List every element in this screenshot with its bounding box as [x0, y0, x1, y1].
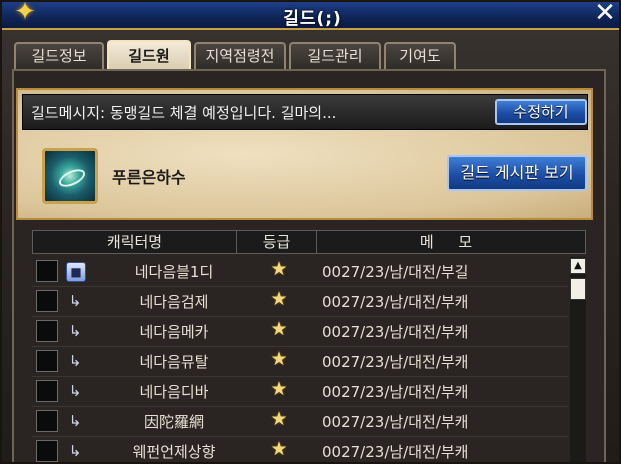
- column-header-memo[interactable]: 메 모: [317, 231, 585, 253]
- row-checkbox[interactable]: [36, 290, 58, 312]
- guild-window: ✦ 길드(;) ✕ 길드정보 길드원 지역점령전 길드관리 기여도 길드메시지:…: [0, 0, 621, 464]
- tab-contribution[interactable]: 기여도: [384, 42, 456, 69]
- tab-guild-members[interactable]: 길드원: [107, 40, 191, 70]
- row-checkbox[interactable]: [36, 410, 58, 432]
- grade-star-icon: ★: [270, 288, 288, 310]
- title-bar[interactable]: ✦ 길드(;) ✕: [2, 2, 619, 30]
- member-memo: 0027/23/남/대전/부캐: [322, 323, 469, 341]
- member-arrow-icon: ↳: [68, 442, 82, 460]
- table-row[interactable]: ↳ 네다음검제 ★ 0027/23/남/대전/부캐: [32, 287, 568, 317]
- tab-strip: 길드정보 길드원 지역점령전 길드관리 기여도: [14, 40, 456, 70]
- table-row[interactable]: ↳ 네다음디바 ★ 0027/23/남/대전/부캐: [32, 377, 568, 407]
- member-table-header: 캐릭터명 등급 메 모: [32, 230, 586, 254]
- grade-star-icon: ★: [270, 378, 288, 400]
- guild-emblem-icon: [42, 148, 98, 204]
- column-header-grade[interactable]: 등급: [237, 231, 317, 253]
- guild-board-button[interactable]: 길드 게시판 보기: [447, 155, 587, 191]
- member-name: 네다음블1디: [134, 263, 214, 281]
- table-row[interactable]: ↳ 웨펀언제상향 ★ 0027/23/남/대전/부캐: [32, 437, 568, 462]
- scroll-up-arrow-icon[interactable]: ▲: [570, 258, 586, 274]
- row-checkbox[interactable]: [36, 260, 58, 282]
- member-name: 네다음디바: [139, 383, 209, 401]
- member-arrow-icon: ↳: [68, 352, 82, 370]
- member-name: 네다음뮤탈: [139, 353, 209, 371]
- member-arrow-icon: ↳: [68, 412, 82, 430]
- close-icon[interactable]: ✕: [593, 2, 617, 26]
- member-list-scrollbar[interactable]: ▲: [570, 257, 586, 462]
- member-arrow-icon: ↳: [68, 322, 82, 340]
- grade-star-icon: ★: [270, 258, 288, 280]
- grade-star-icon: ★: [270, 438, 288, 460]
- edit-message-button[interactable]: 수정하기: [495, 99, 587, 125]
- guild-name: 푸른은하수: [112, 168, 186, 187]
- member-memo: 0027/23/남/대전/부캐: [322, 383, 469, 401]
- member-list: ■ 네다음블1디 ★ 0027/23/남/대전/부길 ↳ 네다음검제 ★ 002…: [32, 257, 568, 462]
- table-row[interactable]: ↳ 因陀羅網 ★ 0027/23/남/대전/부캐: [32, 407, 568, 437]
- grade-star-icon: ★: [270, 318, 288, 340]
- tab-territory-war[interactable]: 지역점령전: [194, 42, 286, 69]
- member-memo: 0027/23/남/대전/부길: [322, 263, 469, 281]
- member-arrow-icon: ↳: [68, 382, 82, 400]
- row-checkbox[interactable]: [36, 320, 58, 342]
- row-checkbox[interactable]: [36, 440, 58, 462]
- member-name: 웨펀언제상향: [132, 443, 216, 461]
- table-row[interactable]: ↳ 네다음메카 ★ 0027/23/남/대전/부캐: [32, 317, 568, 347]
- row-checkbox[interactable]: [36, 380, 58, 402]
- master-badge-icon: ■: [66, 262, 86, 282]
- member-memo: 0027/23/남/대전/부캐: [322, 413, 469, 431]
- window-title: 길드(;): [283, 9, 342, 29]
- member-name: 네다음메카: [139, 323, 209, 341]
- tab-guild-management[interactable]: 길드관리: [289, 42, 381, 69]
- member-memo: 0027/23/남/대전/부캐: [322, 293, 469, 311]
- column-header-name[interactable]: 캐릭터명: [33, 231, 237, 253]
- member-memo: 0027/23/남/대전/부캐: [322, 353, 469, 371]
- table-row[interactable]: ■ 네다음블1디 ★ 0027/23/남/대전/부길: [32, 257, 568, 287]
- member-arrow-icon: ↳: [68, 292, 82, 310]
- scroll-thumb[interactable]: [570, 278, 586, 300]
- grade-star-icon: ★: [270, 408, 288, 430]
- guild-message: 길드메시지: 동맹길드 체결 예정입니다. 길마의...: [31, 104, 337, 122]
- tab-guild-info[interactable]: 길드정보: [14, 42, 104, 69]
- row-checkbox[interactable]: [36, 350, 58, 372]
- member-memo: 0027/23/남/대전/부캐: [322, 443, 469, 461]
- table-row[interactable]: ↳ 네다음뮤탈 ★ 0027/23/남/대전/부캐: [32, 347, 568, 377]
- member-name: 因陀羅網: [143, 413, 204, 431]
- grade-star-icon: ★: [270, 348, 288, 370]
- member-name: 네다음검제: [139, 293, 209, 311]
